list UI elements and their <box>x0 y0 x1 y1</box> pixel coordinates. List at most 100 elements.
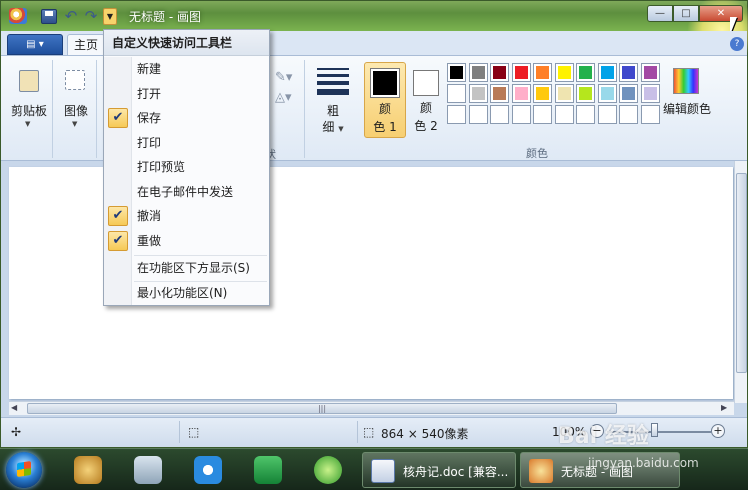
swatch-color <box>643 87 657 100</box>
palette-swatch[interactable] <box>576 84 595 103</box>
palette-swatch[interactable] <box>619 63 638 82</box>
start-button[interactable] <box>6 452 42 488</box>
title-bar[interactable]: ↶ ↷ ▼ 无标题 - 画图 — □ ✕ <box>1 0 748 65</box>
scroll-left-icon[interactable]: ◀ <box>11 403 17 412</box>
size-button[interactable]: 粗 细 ▼ <box>311 62 355 142</box>
paint-palette-icon <box>529 459 553 483</box>
zoom-slider-thumb[interactable] <box>651 423 658 437</box>
palette-swatch[interactable] <box>490 105 509 124</box>
menu-item-label: 保存 <box>137 111 162 125</box>
palette-swatch[interactable] <box>576 105 595 124</box>
vertical-scrollbar[interactable] <box>734 161 747 403</box>
swatch-color <box>536 87 549 100</box>
color1-button[interactable]: 颜 色 1 <box>364 62 406 138</box>
menu-item-label: 重做 <box>137 233 162 248</box>
menu-item[interactable]: 打印预览 <box>104 155 269 179</box>
horizontal-scrollbar[interactable]: ◀ ||| ▶ <box>9 401 734 415</box>
window-title: 无标题 - 画图 <box>129 10 201 24</box>
word-doc-icon <box>371 459 395 483</box>
clipboard-button[interactable]: 剪贴板 ▼ <box>9 64 49 134</box>
palette-swatch[interactable] <box>597 63 617 82</box>
drive-app-icon[interactable] <box>254 456 282 484</box>
color2-swatch[interactable] <box>413 70 439 96</box>
palette-swatch[interactable] <box>447 84 466 103</box>
swatch-color <box>471 87 485 100</box>
swatch-color <box>600 87 614 100</box>
palette-swatch[interactable] <box>554 63 574 82</box>
palette-swatch[interactable] <box>597 84 617 103</box>
baidu-cloud-icon[interactable] <box>194 456 222 484</box>
palette-swatch[interactable] <box>640 63 660 82</box>
palette-swatch[interactable] <box>511 105 531 124</box>
palette-swatch[interactable] <box>468 84 488 103</box>
swatch-color <box>450 87 463 100</box>
menu-title: 自定义快速访问工具栏 <box>104 30 269 56</box>
menu-item[interactable]: ✔ 撤消 <box>104 204 269 228</box>
refresh-app-icon[interactable] <box>314 456 342 484</box>
outline-icon[interactable]: ✎▾ <box>275 70 292 85</box>
qat-undo-icon[interactable]: ↶ <box>63 9 79 24</box>
palette-swatch[interactable] <box>468 105 488 124</box>
image-label: 图像 <box>63 104 88 118</box>
menu-item[interactable]: 在电子邮件中发送 <box>104 180 269 204</box>
palette-swatch[interactable] <box>511 84 531 103</box>
palette-swatch[interactable] <box>511 63 531 82</box>
fill-icon[interactable]: ◬▾ <box>275 90 292 105</box>
palette-swatch[interactable] <box>447 63 466 82</box>
qat-customize-dropdown-icon[interactable]: ▼ <box>103 8 117 25</box>
palette-swatch[interactable] <box>554 84 574 103</box>
menu-item-show-below[interactable]: 在功能区下方显示(S) <box>104 256 269 280</box>
palette-swatch[interactable] <box>640 84 660 103</box>
color2-label: 颜 <box>419 101 432 115</box>
palette-swatch[interactable] <box>619 84 638 103</box>
menu-item-label: 打开 <box>137 86 162 101</box>
palette-swatch[interactable] <box>533 105 552 124</box>
image-button[interactable]: 图像 ▼ <box>57 64 95 134</box>
menu-item[interactable]: 新建 <box>104 57 269 81</box>
qat-save-icon[interactable] <box>41 9 57 24</box>
clipboard-label: 剪贴板 <box>10 104 47 118</box>
menu-item-minimize-ribbon[interactable]: 最小化功能区(N) <box>104 281 269 305</box>
palette-swatch[interactable] <box>640 105 660 124</box>
task-label: 核舟记.doc [兼容... <box>403 465 509 479</box>
edit-colors-label[interactable]: 编辑颜色 <box>663 100 711 117</box>
palette-swatch[interactable] <box>490 63 509 82</box>
selection-size-icon: ⬚ <box>188 425 200 439</box>
palette-swatch[interactable] <box>554 105 574 124</box>
palette-swatch[interactable] <box>597 105 617 124</box>
menu-item[interactable]: ✔ 保存 <box>104 106 269 130</box>
menu-item[interactable]: 打开 <box>104 82 269 106</box>
swatch-color <box>622 87 635 100</box>
paint-menu-button[interactable]: ▤ ▾ <box>7 34 63 55</box>
paint-app-icon[interactable] <box>9 8 27 24</box>
palette-swatch[interactable] <box>447 105 466 124</box>
edit-colors-icon[interactable] <box>673 68 699 94</box>
chevron-down-icon: ▼ <box>338 125 344 133</box>
size-label: 粗 <box>326 104 339 118</box>
swatch-color <box>622 66 635 79</box>
scroll-right-icon[interactable]: ▶ <box>721 403 727 412</box>
maximize-button[interactable]: □ <box>673 5 699 22</box>
menu-item[interactable]: ✔ 重做 <box>104 229 269 253</box>
minimize-button[interactable]: — <box>647 5 673 22</box>
horizontal-scroll-thumb[interactable]: ||| <box>27 403 617 414</box>
windows-logo-icon <box>17 461 31 477</box>
calculator-icon[interactable] <box>134 456 162 484</box>
help-icon[interactable]: ? <box>730 37 744 51</box>
menu-item[interactable]: 打印 <box>104 131 269 155</box>
taskbar-word-doc[interactable]: 核舟记.doc [兼容... <box>362 452 516 488</box>
qat-redo-icon[interactable]: ↷ <box>83 9 99 24</box>
palette-swatch[interactable] <box>490 84 509 103</box>
palette-swatch[interactable] <box>533 63 552 82</box>
checkmark-icon: ✔ <box>108 230 128 251</box>
status-divider <box>179 421 180 443</box>
palette-swatch[interactable] <box>576 63 595 82</box>
palette-swatch[interactable] <box>468 63 488 82</box>
paint-brush-app-icon[interactable] <box>74 456 102 484</box>
swatch-color <box>536 66 549 79</box>
vertical-scroll-thumb[interactable] <box>736 173 747 373</box>
palette-swatch[interactable] <box>619 105 638 124</box>
zoom-in-icon[interactable]: + <box>711 424 725 438</box>
tab-home[interactable]: 主页 <box>67 34 105 55</box>
palette-swatch[interactable] <box>533 84 552 103</box>
